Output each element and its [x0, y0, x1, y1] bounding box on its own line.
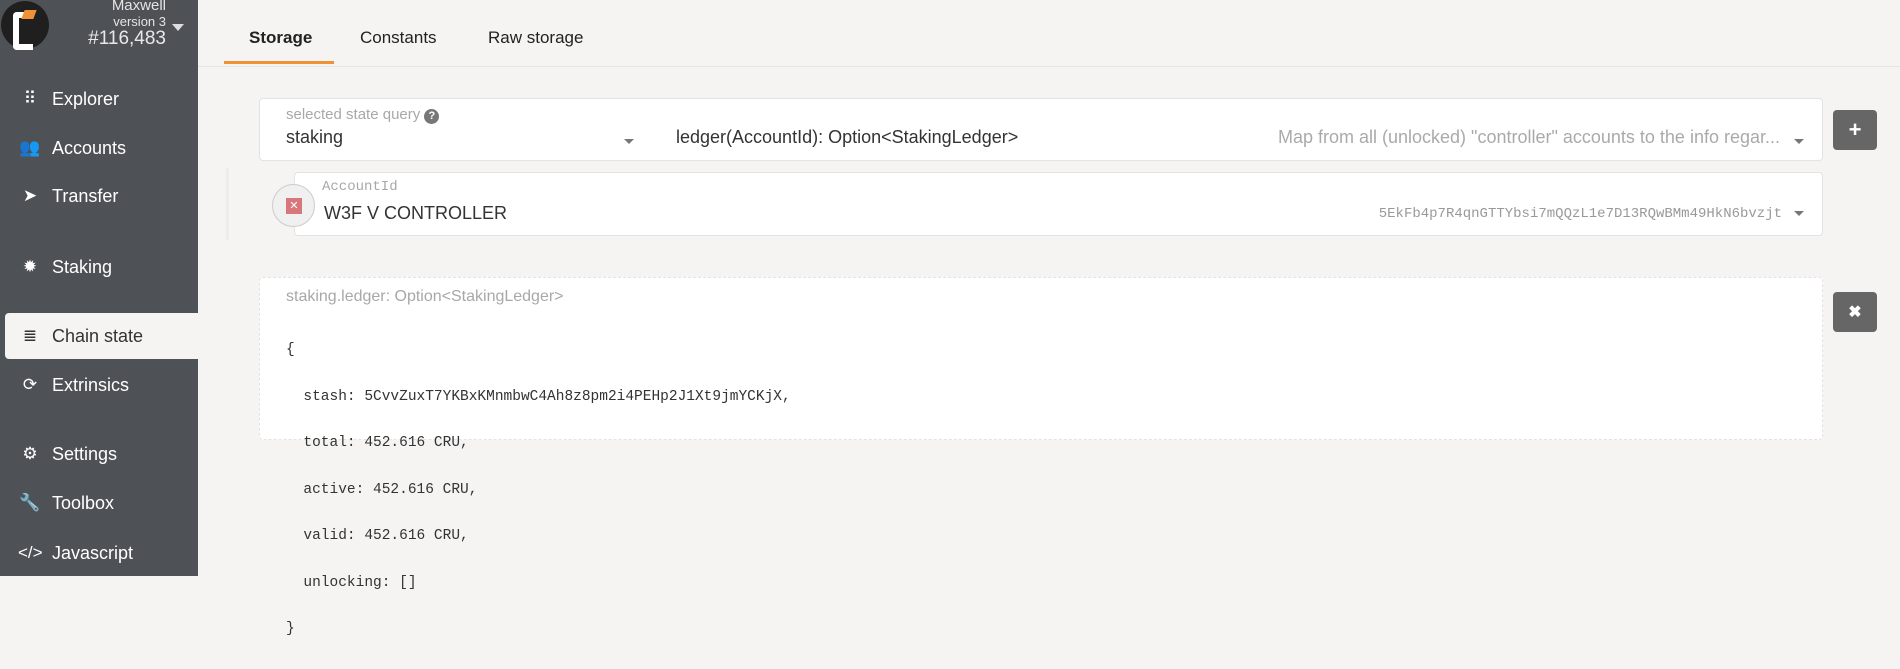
sidebar-item-transfer[interactable]: ➤ Transfer [5, 173, 198, 219]
tab-storage[interactable]: Storage [249, 28, 312, 48]
module-value: staking [286, 127, 344, 147]
tab-bar: Storage Constants Raw storage [198, 0, 1900, 67]
chevron-down-icon [1794, 139, 1804, 144]
chevron-down-icon [624, 139, 634, 144]
paper-plane-icon: ➤ [22, 186, 38, 205]
grid-icon: ⠿ [23, 89, 37, 108]
sidebar-item-label: Staking [52, 256, 113, 277]
identicon: ✕ [272, 184, 315, 227]
sidebar-item-label: Explorer [52, 88, 120, 109]
sidebar-item-label: Chain state [52, 325, 144, 346]
code-icon: </> [18, 543, 43, 562]
certificate-icon: ✹ [22, 257, 38, 276]
result-value: { stash: 5CvvZuxT7YKBxKMnmbwC4Ah8z8pm2i4… [286, 312, 791, 669]
query-result: staking.ledger: Option<StakingLedger> { … [259, 277, 1823, 637]
code-line: { [286, 342, 295, 358]
sidebar-item-label: Accounts [52, 137, 127, 158]
code-line: stash: 5CvvZuxT7YKBxKMnmbwC4Ah8z8pm2i4PE… [286, 388, 791, 405]
identicon-center: ✕ [286, 198, 302, 214]
chevron-down-icon [1794, 211, 1804, 216]
result-title: staking.ledger: Option<StakingLedger> [286, 288, 564, 305]
code-line: unlocking: [] [286, 574, 417, 591]
param-indent [226, 168, 229, 240]
sidebar-item-javascript[interactable]: </> Javascript [5, 530, 198, 576]
account-id-label: AccountId [322, 179, 398, 195]
active-tab-indicator [224, 61, 334, 64]
sidebar-item-chain-state[interactable]: ≣ Chain state [5, 313, 198, 359]
wrench-icon: 🔧 [19, 493, 41, 512]
chain-version: version 3 [113, 14, 166, 29]
logo [1, 1, 49, 50]
sidebar-item-label: Toolbox [52, 492, 115, 513]
method-value: ledger(AccountId): Option<StakingLedger> [676, 127, 1019, 147]
sync-icon: ⟳ [22, 375, 38, 394]
account-id-input[interactable]: AccountId W3F V CONTROLLER 5EkFb4p7R4qnG… [294, 172, 1823, 236]
sidebar-item-settings[interactable]: ⚙ Settings [5, 431, 198, 477]
sidebar-item-label: Settings [52, 443, 118, 464]
method-description: Map from all (unlocked) "controller" acc… [1277, 127, 1780, 147]
help-icon[interactable]: ? [424, 109, 440, 124]
sidebar-item-explorer[interactable]: ⠿ Explorer [5, 76, 198, 122]
add-query-button[interactable]: + [1833, 110, 1877, 150]
sidebar-item-staking[interactable]: ✹ Staking [5, 244, 198, 290]
state-query-selector: selected state query ? staking ledger(Ac… [259, 98, 1823, 161]
query-label: selected state query ? [286, 106, 440, 124]
tab-raw-storage[interactable]: Raw storage [488, 28, 583, 48]
sidebar-item-label: Transfer [52, 185, 119, 206]
sidebar-item-label: Javascript [52, 542, 134, 563]
code-line: active: 452.616 CRU, [286, 481, 478, 498]
cogs-icon: ⚙ [22, 444, 38, 463]
sidebar-item-extrinsics[interactable]: ⟳ Extrinsics [5, 362, 198, 408]
code-line: total: 452.616 CRU, [286, 435, 469, 451]
remove-query-button[interactable]: ✖ [1833, 292, 1877, 332]
chain-name: Maxwell [111, 0, 166, 14]
block-number: #116,483 [88, 28, 166, 49]
chevron-down-icon[interactable] [172, 24, 184, 31]
code-line: valid: 452.616 CRU, [286, 528, 469, 544]
code-line: } [286, 621, 295, 637]
sidebar-item-toolbox[interactable]: 🔧 Toolbox [5, 480, 198, 526]
database-icon: ≣ [22, 326, 38, 345]
sidebar-item-label: Extrinsics [52, 374, 130, 395]
account-name: W3F V CONTROLLER [324, 203, 508, 223]
account-address: 5EkFb4p7R4qnGTTYbsi7mQQzL1e7D13RQwBMm49H… [1378, 206, 1782, 222]
tab-constants[interactable]: Constants [360, 28, 437, 48]
users-icon: 👥 [19, 138, 41, 157]
sidebar: Maxwell version 3 #116,483 ⠿ Explorer 👥 Ac… [0, 0, 198, 576]
sidebar-item-accounts[interactable]: 👥 Accounts [5, 125, 198, 171]
